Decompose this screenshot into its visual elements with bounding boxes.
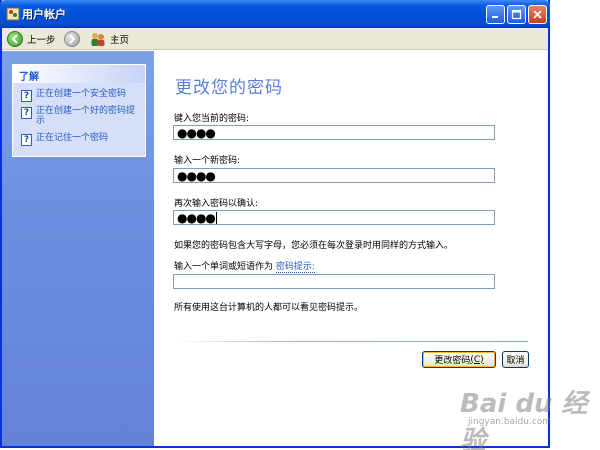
back-button[interactable]: 上一步 (7, 31, 56, 47)
new-password-input[interactable]: ●●●● (173, 168, 495, 183)
home-label: 主页 (110, 35, 130, 46)
help-icon: ? (21, 107, 32, 119)
minimize-button[interactable] (486, 5, 505, 24)
close-icon (533, 10, 542, 19)
sidebar-item-label: 正在记住一个密码 (36, 133, 109, 143)
password-hint-input[interactable] (173, 274, 495, 289)
current-password-label: 键入您当前的密码: (174, 114, 250, 124)
help-icon: ? (21, 90, 32, 102)
minimize-icon (492, 16, 498, 18)
user-accounts-icon (6, 7, 20, 21)
navigation-toolbar: 上一步 主页 (2, 28, 548, 50)
learn-about-panel: 了解 ? 正在创建一个安全密码 ? 正在创建一个好的密码提示 ? 正在记住一个密… (12, 64, 146, 157)
current-password-input[interactable]: ●●●● (173, 125, 495, 140)
confirm-password-label: 再次输入密码以确认: (174, 199, 259, 209)
password-hint-visibility-note: 所有使用这台计算机的人都可以看见密码提示。 (174, 303, 364, 313)
confirm-password-value: ●●●● (177, 210, 216, 225)
password-hint-label: 输入一个单词或短语作为 密码提示: (174, 259, 315, 273)
confirm-password-input[interactable]: ●●●● (173, 210, 495, 225)
maximize-icon (511, 9, 522, 20)
page-title: 更改您的密码 (175, 78, 283, 98)
help-icon: ? (21, 134, 32, 146)
sidebar-item-label: 正在创建一个好的密码提示 (36, 106, 136, 126)
cancel-button[interactable]: 取消 (502, 351, 529, 368)
new-password-value: ●●●● (177, 168, 216, 183)
forward-arrow-icon (69, 34, 76, 44)
home-button[interactable]: 主页 (90, 31, 129, 47)
change-password-button-label: 更改密码 (434, 356, 471, 366)
case-sensitivity-note: 如果您的密码包含大写字母，您必须在每次登录时用同样的方式输入。 (174, 241, 454, 251)
title-bar[interactable]: 用户帐户 (0, 0, 550, 28)
task-sidebar: 了解 ? 正在创建一个安全密码 ? 正在创建一个好的密码提示 ? 正在记住一个密… (2, 51, 154, 446)
learn-about-heading: 了解 (13, 65, 145, 83)
maximize-button[interactable] (507, 5, 526, 24)
change-password-shortcut: (C) (470, 354, 484, 365)
sidebar-item-remember-password[interactable]: ? 正在记住一个密码 (21, 133, 142, 146)
sidebar-item-secure-password[interactable]: ? 正在创建一个安全密码 (21, 89, 142, 102)
home-users-icon (91, 33, 105, 46)
new-password-label: 输入一个新密码: (174, 156, 241, 166)
close-button[interactable] (528, 5, 547, 24)
main-content: 更改您的密码 键入您当前的密码: ●●●● 输入一个新密码: ●●●● 再次输入… (154, 51, 548, 446)
window-title: 用户帐户 (22, 8, 66, 21)
current-password-value: ●●●● (177, 125, 216, 140)
text-caret (215, 211, 217, 224)
back-arrow-icon (7, 31, 23, 47)
user-accounts-window: 用户帐户 上一步 主页 了解 ? 正在创建一个安全密码 ? 正在创建一个好的密码… (0, 0, 550, 448)
divider (178, 341, 528, 342)
sidebar-item-good-hint[interactable]: ? 正在创建一个好的密码提示 (21, 106, 142, 126)
change-password-button[interactable]: 更改密码 (C) (422, 351, 496, 368)
sidebar-item-label: 正在创建一个安全密码 (36, 89, 127, 99)
back-label: 上一步 (27, 35, 56, 46)
forward-button[interactable] (64, 31, 80, 47)
password-hint-label-text: 输入一个单词或短语作为 (174, 262, 274, 272)
password-hint-link[interactable]: 密码提示: (275, 262, 315, 273)
